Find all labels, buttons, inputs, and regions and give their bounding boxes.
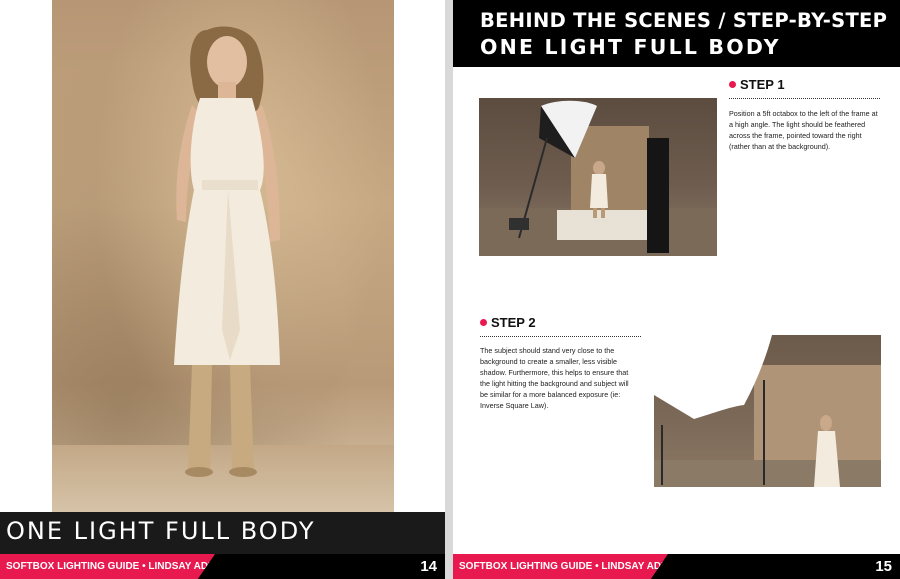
page-title: ONE LIGHT FULL BODY	[6, 517, 316, 545]
step-2-heading: STEP 2	[480, 315, 536, 330]
bullet-dot-icon	[729, 81, 736, 88]
footer-accent: SOFTBOX LIGHTING GUIDE • LINDSAY ADLER	[453, 554, 668, 579]
step-2-divider	[480, 336, 641, 337]
studio-setup-illustration	[479, 100, 717, 256]
step-2-studio-photo	[654, 335, 881, 487]
page-footer: SOFTBOX LIGHTING GUIDE • LINDSAY ADLER 1…	[0, 554, 445, 579]
page-number: 15	[875, 558, 892, 575]
page-number: 14	[420, 558, 437, 575]
page-footer: SOFTBOX LIGHTING GUIDE • LINDSAY ADLER 1…	[453, 554, 900, 579]
section-subtitle: ONE LIGHT FULL BODY	[480, 35, 781, 59]
step-1-text: Position a 5ft octabox to the left of th…	[729, 109, 878, 151]
step-1-label: STEP 1	[740, 77, 785, 92]
right-page: BEHIND THE SCENES / STEP-BY-STEP ONE LIG…	[453, 0, 900, 579]
model-portrait-photo	[52, 0, 394, 512]
section-title: BEHIND THE SCENES / STEP-BY-STEP	[480, 9, 888, 32]
left-page: ONE LIGHT FULL BODY SOFTBOX LIGHTING GUI…	[0, 0, 445, 579]
footer-guide-title: SOFTBOX LIGHTING GUIDE • LINDSAY ADLER	[459, 561, 682, 572]
step-2-label: STEP 2	[491, 315, 536, 330]
footer-guide-title: SOFTBOX LIGHTING GUIDE • LINDSAY ADLER	[6, 561, 229, 572]
subject-at-background-illustration	[654, 335, 881, 487]
left-title-band: ONE LIGHT FULL BODY	[0, 512, 445, 554]
step-1-studio-photo	[479, 98, 717, 256]
step-2-text: The subject should stand very close to t…	[480, 346, 629, 410]
step-1-divider	[729, 98, 880, 99]
step-1-heading: STEP 1	[729, 77, 785, 92]
footer-accent: SOFTBOX LIGHTING GUIDE • LINDSAY ADLER	[0, 554, 215, 579]
right-header-band: BEHIND THE SCENES / STEP-BY-STEP ONE LIG…	[453, 0, 900, 67]
bullet-dot-icon	[480, 319, 487, 326]
model-figure	[174, 26, 280, 477]
